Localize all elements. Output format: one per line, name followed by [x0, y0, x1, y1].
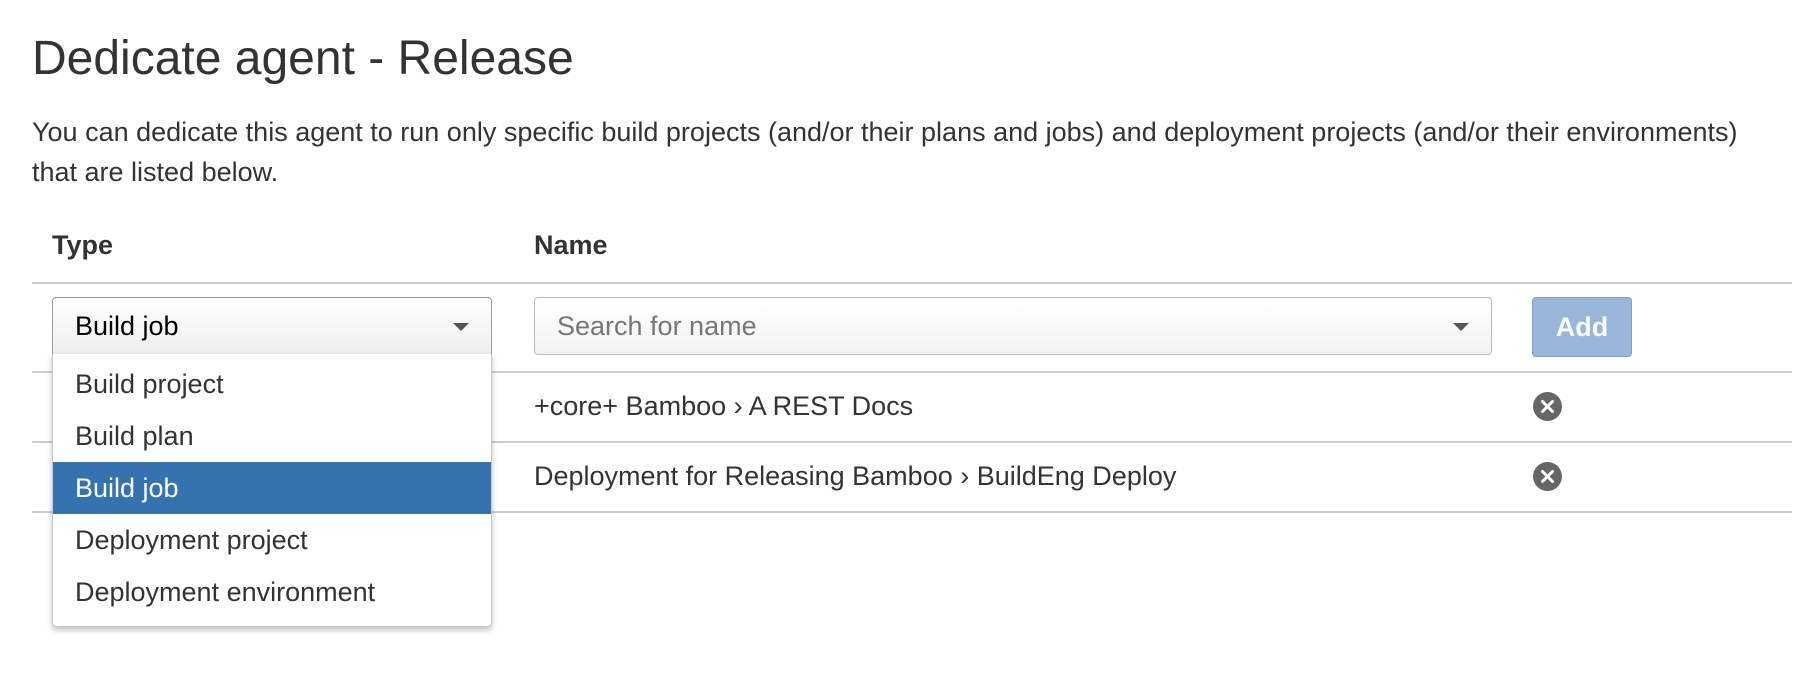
dedicated-item-name: +core+ Bamboo › A REST Docs: [534, 391, 914, 421]
column-header-type: Type: [52, 230, 114, 260]
type-select-value: Build job: [75, 311, 179, 341]
dedicated-item-name: Deployment for Releasing Bamboo › BuildE…: [534, 461, 1177, 491]
name-search-placeholder: Search for name: [557, 311, 757, 341]
dropdown-option-build-project[interactable]: Build project: [53, 358, 491, 410]
chevron-down-icon: [453, 323, 469, 331]
column-header-name: Name: [534, 230, 608, 260]
name-search-input[interactable]: Search for name: [534, 297, 1492, 355]
dropdown-option-build-plan[interactable]: Build plan: [53, 410, 491, 462]
page-title: Dedicate agent - Release: [32, 32, 574, 85]
remove-circle-icon[interactable]: [1533, 392, 1562, 421]
add-button[interactable]: Add: [1532, 297, 1632, 357]
chevron-down-icon[interactable]: [1453, 323, 1469, 331]
dedicate-agent-page: Dedicate agent - Release You can dedicat…: [0, 0, 1820, 698]
dropdown-option-deployment-environment[interactable]: Deployment environment: [53, 566, 491, 618]
header-divider: [32, 282, 1792, 284]
dropdown-option-deployment-project[interactable]: Deployment project: [53, 514, 491, 566]
remove-circle-icon[interactable]: [1533, 462, 1562, 491]
dropdown-option-build-job[interactable]: Build job: [53, 462, 491, 514]
type-dropdown-menu: Build project Build plan Build job Deplo…: [52, 354, 492, 627]
page-description: You can dedicate this agent to run only …: [32, 117, 1738, 187]
type-select[interactable]: Build job: [52, 297, 492, 355]
